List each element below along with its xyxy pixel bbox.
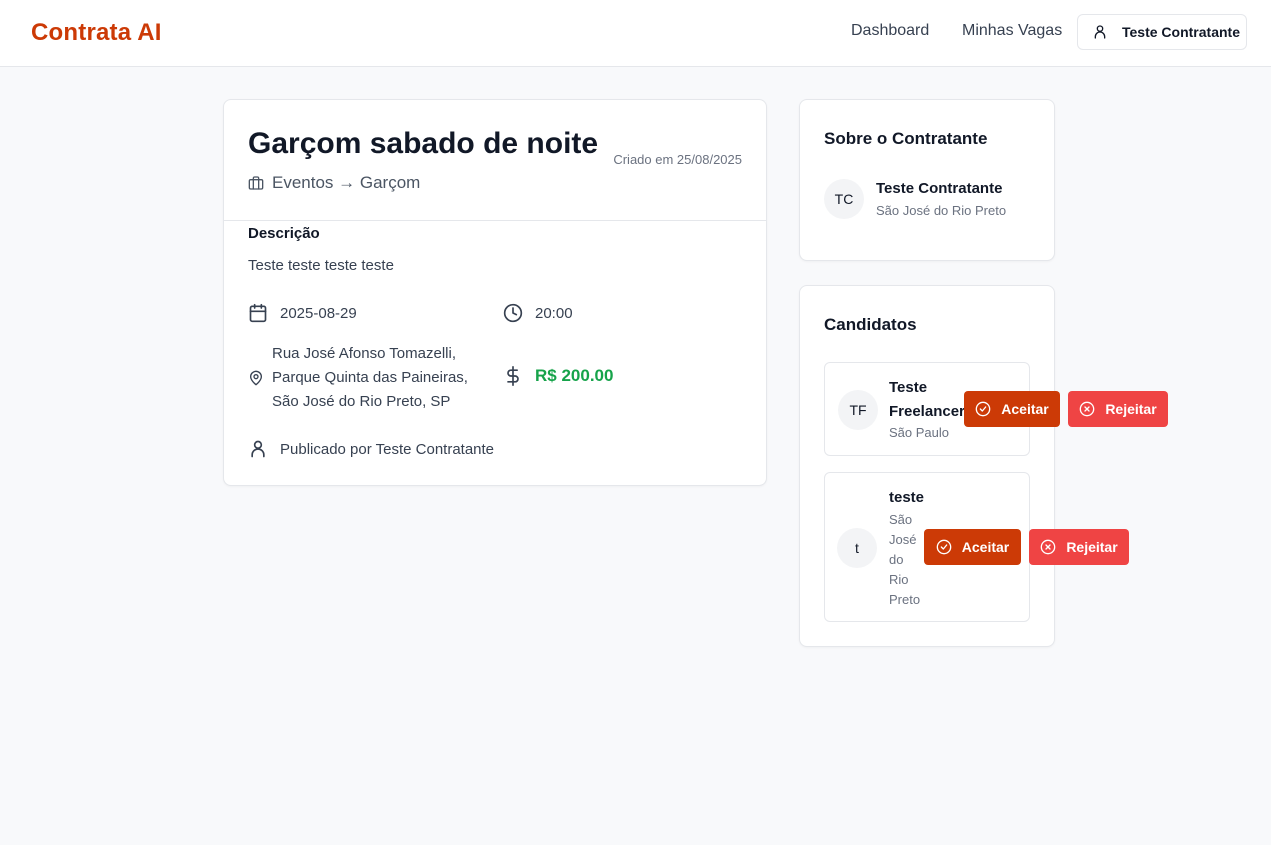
job-publisher-text: Publicado por Teste Contratante xyxy=(280,440,495,458)
accept-button[interactable]: Aceitar xyxy=(924,529,1021,565)
address-line: Parque Quinta das Paineiras, xyxy=(272,369,468,386)
candidate-city-line: José xyxy=(889,532,917,547)
nav-minhas-vagas-link[interactable]: Minhas Vagas xyxy=(962,22,1062,40)
job-title: Garçom sabado de noite xyxy=(248,127,599,160)
x-circle-icon xyxy=(1040,539,1056,555)
address-line: Rua José Afonso Tomazelli, xyxy=(272,345,456,362)
job-details-card: Garçom sabado de noite Criado em 25/08/2… xyxy=(223,99,767,486)
job-price: R$ 200.00 xyxy=(503,366,613,386)
candidate-city: São Paulo xyxy=(889,425,949,440)
calendar-icon xyxy=(249,303,267,323)
job-category: Eventos → Garçom xyxy=(248,173,420,193)
check-circle-icon xyxy=(936,539,952,555)
user-icon xyxy=(251,440,265,458)
map-pin-icon xyxy=(250,370,262,386)
avatar: TC xyxy=(824,179,864,219)
job-date-text: 2025-08-29 xyxy=(280,304,357,322)
job-created-date: Criado em 25/08/2025 xyxy=(613,152,742,167)
reject-label: Rejeitar xyxy=(1066,539,1118,555)
candidate-city-line: do xyxy=(889,552,904,567)
candidate-name-line: Freelancer xyxy=(889,403,965,420)
employer-name: Teste Contratante xyxy=(876,180,1003,197)
description-label: Descrição xyxy=(248,225,320,242)
candidate-name-line: Teste xyxy=(889,379,928,396)
job-address-text: Rua José Afonso Tomazelli, Parque Quinta… xyxy=(272,342,468,414)
reject-button[interactable]: Rejeitar xyxy=(1029,529,1129,565)
brand-logo[interactable]: Contrata AI xyxy=(31,19,162,47)
dollar-icon xyxy=(507,366,519,386)
description-text: Teste teste teste teste xyxy=(248,257,394,274)
employer-city: São José do Rio Preto xyxy=(876,203,1007,218)
clock-icon xyxy=(503,303,523,323)
avatar: t xyxy=(837,528,877,568)
accept-button[interactable]: Aceitar xyxy=(964,391,1060,427)
job-address: Rua José Afonso Tomazelli, Parque Quinta… xyxy=(248,342,468,414)
candidate-name: teste xyxy=(889,489,925,506)
about-employer-card: Sobre o Contratante TC Teste Contratante… xyxy=(799,99,1055,261)
job-time-text: 20:00 xyxy=(535,304,573,322)
divider xyxy=(224,220,766,221)
accept-label: Aceitar xyxy=(1001,401,1049,417)
candidate-city-line: Preto xyxy=(889,592,921,607)
candidates-title: Candidatos xyxy=(824,315,917,334)
candidate-city-line: São xyxy=(889,512,913,527)
job-price-value: R$ 200.00 xyxy=(535,366,614,385)
check-circle-icon xyxy=(975,401,991,417)
job-publisher: Publicado por Teste Contratante xyxy=(248,439,494,459)
job-date: 2025-08-29 xyxy=(248,303,357,323)
x-circle-icon xyxy=(1079,401,1095,417)
candidate-name: Teste Freelancer xyxy=(889,376,969,424)
nav-dashboard-link[interactable]: Dashboard xyxy=(851,22,929,40)
user-name: Teste Contratante xyxy=(1122,24,1240,40)
candidate-city-line: Rio xyxy=(889,572,909,587)
about-title: Sobre o Contratante xyxy=(824,129,988,148)
user-icon xyxy=(1094,25,1106,39)
top-navbar: Contrata AI Dashboard Minhas Vagas Teste… xyxy=(0,0,1271,67)
address-line: São José do Rio Preto, SP xyxy=(272,393,451,410)
job-time: 20:00 xyxy=(503,303,573,323)
candidate-city: São José do Rio Preto xyxy=(889,510,921,610)
accept-label: Aceitar xyxy=(961,539,1010,555)
briefcase-icon xyxy=(248,176,264,190)
reject-label: Rejeitar xyxy=(1105,401,1157,417)
avatar: TF xyxy=(838,390,878,430)
candidates-card: Candidatos TF Teste Freelancer São Paulo… xyxy=(799,285,1055,647)
job-category-text: Eventos → Garçom xyxy=(272,173,421,192)
user-menu-button[interactable]: Teste Contratante xyxy=(1077,14,1247,50)
reject-button[interactable]: Rejeitar xyxy=(1068,391,1168,427)
